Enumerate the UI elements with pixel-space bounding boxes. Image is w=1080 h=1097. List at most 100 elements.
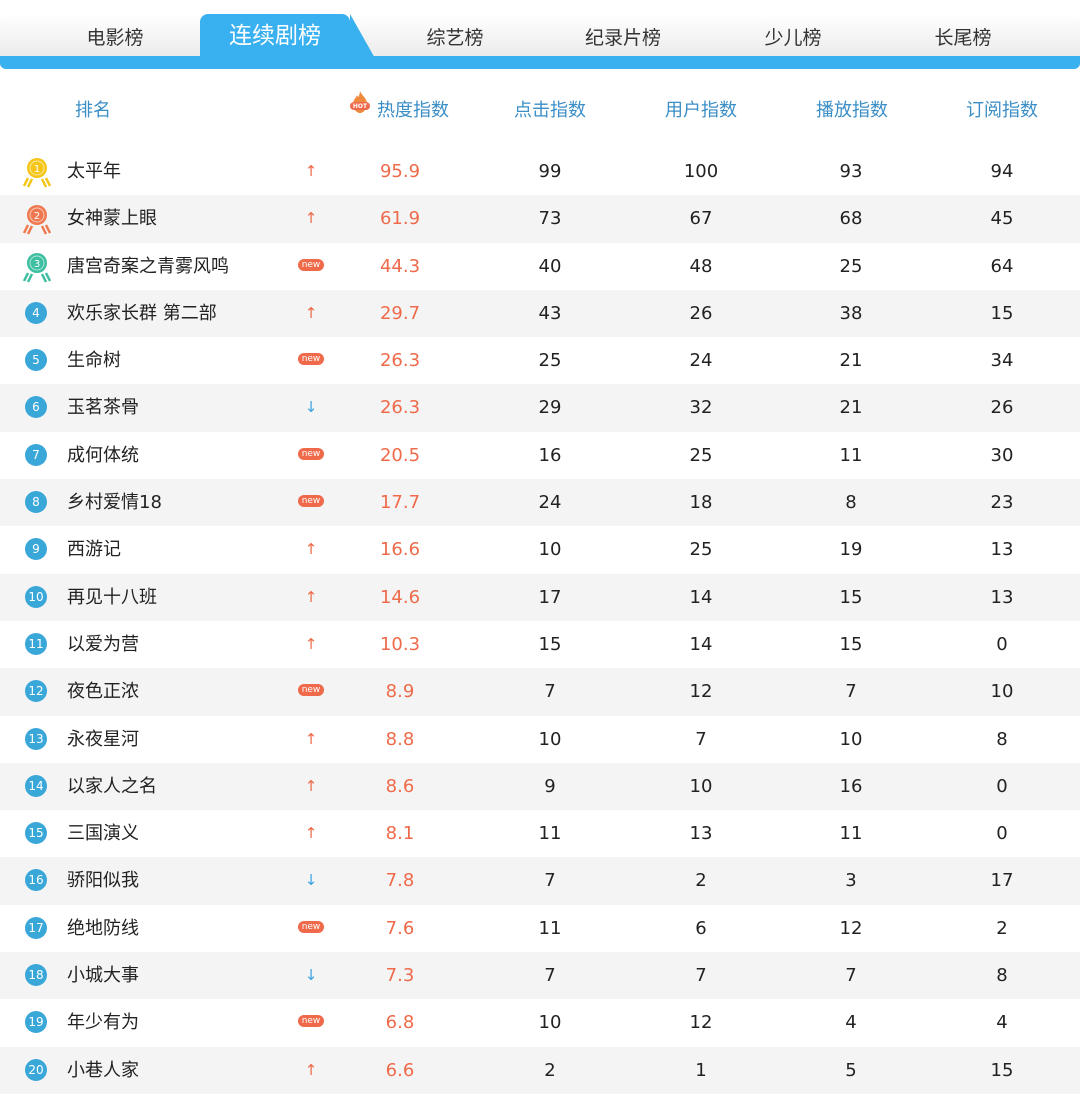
table-row[interactable]: 18 小城大事 ↓ 7.3 7 7 7 8 — [0, 952, 1080, 1000]
user-index: 6 — [695, 917, 707, 939]
table-row[interactable]: 7 成何体统 new 20.5 16 25 11 30 — [0, 432, 1080, 479]
table-row[interactable]: 19 年少有为 new 6.8 10 12 4 4 — [0, 999, 1080, 1046]
header-subscribe[interactable]: 订阅指数 — [966, 96, 1038, 122]
play-index: 7 — [845, 681, 857, 703]
user-index: 32 — [689, 397, 713, 419]
show-title[interactable]: 夜色正浓 — [67, 668, 139, 715]
user-index: 7 — [695, 728, 707, 750]
show-title[interactable]: 太平年 — [67, 148, 121, 195]
header-heat[interactable]: 热度指数 — [377, 96, 449, 122]
user-index: 24 — [689, 350, 713, 372]
play-index: 15 — [839, 586, 863, 608]
heat-index: 61.9 — [379, 208, 421, 230]
table-row[interactable]: 10 再见十八班 ↑ 14.6 17 14 15 13 — [0, 573, 1080, 621]
show-title[interactable]: 小巷人家 — [67, 1047, 139, 1094]
heat-index: 8.1 — [385, 823, 415, 845]
header-play[interactable]: 播放指数 — [816, 96, 888, 122]
rank-badge: 5 — [22, 337, 52, 384]
show-title[interactable]: 西游记 — [67, 526, 121, 573]
header-user[interactable]: 用户指数 — [665, 96, 737, 122]
rank-number: 2 — [34, 211, 40, 222]
table-row[interactable]: 6 玉茗茶骨 ↓ 26.3 29 32 21 26 — [0, 384, 1080, 432]
user-index: 25 — [689, 539, 713, 561]
table-row[interactable]: 1 太平年 ↑ 95.9 99 100 93 94 — [0, 148, 1080, 195]
tab-movie[interactable]: 电影榜 — [60, 22, 170, 54]
rank-number: 14 — [25, 774, 47, 797]
trend-up-icon: ↑ — [304, 303, 318, 322]
rank-number: 7 — [25, 443, 47, 466]
show-title[interactable]: 成何体统 — [67, 432, 139, 479]
user-index: 14 — [689, 633, 713, 655]
show-title[interactable]: 女神蒙上眼 — [67, 195, 157, 242]
table-row[interactable]: 4 欢乐家长群 第二部 ↑ 29.7 43 26 38 15 — [0, 289, 1080, 338]
tab-series[interactable]: 连续剧榜 — [200, 14, 376, 60]
heat-index: 7.6 — [385, 917, 415, 939]
show-title[interactable]: 欢乐家长群 第二部 — [67, 290, 217, 337]
subscribe-index: 0 — [996, 823, 1008, 845]
table-row[interactable]: 16 骄阳似我 ↓ 7.8 7 2 3 17 — [0, 857, 1080, 905]
show-title[interactable]: 再见十八班 — [67, 574, 157, 621]
rank-badge: 10 — [22, 574, 52, 621]
trend-up-icon: ↑ — [304, 162, 318, 180]
rank-number: 16 — [25, 869, 47, 892]
user-index: 12 — [689, 1012, 713, 1034]
tab-longtail[interactable]: 长尾榜 — [908, 22, 1018, 54]
subscribe-index: 30 — [990, 444, 1014, 466]
user-index: 18 — [689, 492, 713, 514]
category-tabbar: 电影榜 连续剧榜 综艺榜 纪录片榜 少儿榜 长尾榜 — [0, 0, 1080, 70]
trend-up-icon: ↑ — [304, 1060, 318, 1079]
user-index: 14 — [689, 586, 713, 608]
heat-index: 7.3 — [385, 965, 415, 987]
table-row[interactable]: 8 乡村爱情18 new 17.7 24 18 8 23 — [0, 479, 1080, 527]
show-title[interactable]: 玉茗茶骨 — [67, 384, 139, 431]
rank-badge: 7 — [22, 432, 52, 479]
show-title[interactable]: 以家人之名 — [67, 763, 157, 810]
rank-number: 6 — [25, 396, 47, 419]
new-badge: new — [296, 479, 326, 526]
rank-number: 9 — [25, 538, 47, 561]
click-index: 15 — [538, 633, 562, 655]
show-title[interactable]: 以爱为营 — [67, 621, 139, 668]
show-title[interactable]: 骄阳似我 — [67, 857, 139, 904]
show-title[interactable]: 绝地防线 — [67, 905, 139, 952]
tab-kids[interactable]: 少儿榜 — [738, 22, 848, 54]
tab-variety[interactable]: 综艺榜 — [400, 22, 510, 54]
table-row[interactable]: 5 生命树 new 26.3 25 24 21 34 — [0, 337, 1080, 384]
new-tag-label: new — [297, 684, 325, 697]
table-row[interactable]: 13 永夜星河 ↑ 8.8 10 7 10 8 — [0, 716, 1080, 763]
play-index: 11 — [839, 444, 863, 466]
show-title[interactable]: 永夜星河 — [67, 716, 139, 763]
table-row[interactable]: 9 西游记 ↑ 16.6 10 25 19 13 — [0, 526, 1080, 573]
click-index: 10 — [538, 728, 562, 750]
table-row[interactable]: 3 唐宫奇案之青雾风鸣 new 44.3 40 48 25 64 — [0, 243, 1080, 290]
new-badge: new — [296, 905, 326, 952]
header-rank[interactable]: 排名 — [75, 96, 111, 122]
medal-rank-icon: 2 — [22, 195, 52, 242]
table-row[interactable]: 15 三国演义 ↑ 8.1 11 13 11 0 — [0, 810, 1080, 857]
table-row[interactable]: 20 小巷人家 ↑ 6.6 2 1 5 15 — [0, 1046, 1080, 1094]
subscribe-index: 8 — [996, 728, 1008, 750]
show-title[interactable]: 唐宫奇案之青雾风鸣 — [67, 243, 229, 290]
click-index: 7 — [544, 965, 556, 987]
show-title[interactable]: 年少有为 — [67, 999, 139, 1046]
table-row[interactable]: 11 以爱为营 ↑ 10.3 15 14 15 0 — [0, 621, 1080, 668]
table-row[interactable]: 2 女神蒙上眼 ↑ 61.9 73 67 68 45 — [0, 195, 1080, 243]
show-title[interactable]: 乡村爱情18 — [67, 479, 162, 526]
header-click[interactable]: 点击指数 — [514, 96, 586, 122]
rank-number: 1 — [34, 164, 40, 175]
rank-badge: 20 — [22, 1047, 52, 1094]
table-row[interactable]: 12 夜色正浓 new 8.9 7 12 7 10 — [0, 668, 1080, 716]
table-row[interactable]: 14 以家人之名 ↑ 8.6 9 10 16 0 — [0, 762, 1080, 811]
play-index: 12 — [839, 917, 863, 939]
new-tag-label: new — [297, 353, 325, 366]
rank-badge: 16 — [22, 857, 52, 904]
table-row[interactable]: 17 绝地防线 new 7.6 11 6 12 2 — [0, 905, 1080, 952]
click-index: 7 — [544, 681, 556, 703]
show-title[interactable]: 三国演义 — [67, 810, 139, 857]
tab-documentary[interactable]: 纪录片榜 — [568, 22, 678, 54]
subscribe-index: 2 — [996, 917, 1008, 939]
show-title[interactable]: 小城大事 — [67, 952, 139, 999]
play-index: 21 — [839, 397, 863, 419]
heat-index: 10.3 — [379, 633, 421, 655]
show-title[interactable]: 生命树 — [67, 337, 121, 384]
